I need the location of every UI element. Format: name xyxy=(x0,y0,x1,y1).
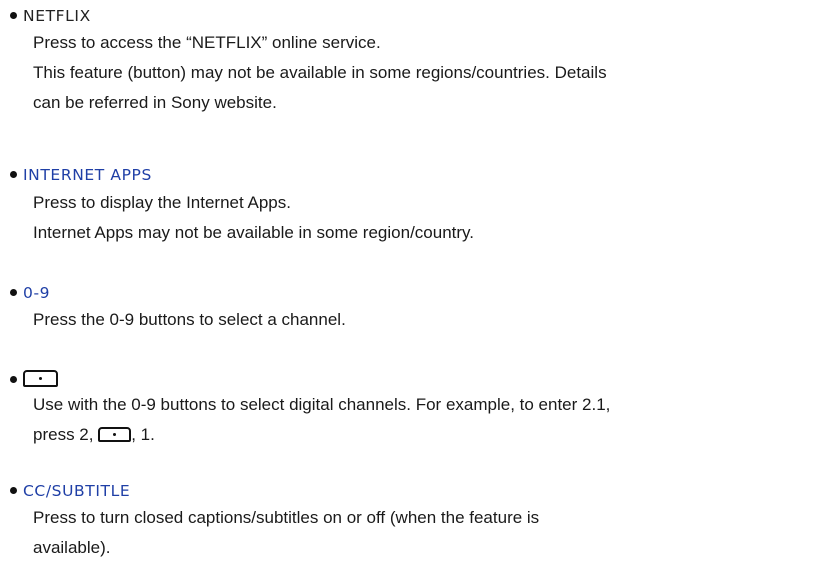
number-keys-link[interactable]: 0-9 xyxy=(23,283,50,303)
bullet xyxy=(10,171,17,178)
dot-button-desc-line-2: press 2, , 1. xyxy=(33,420,828,450)
bullet xyxy=(10,487,17,494)
internet-apps-link[interactable]: INTERNET APPS xyxy=(23,165,152,185)
netflix-desc-line-2: This feature (button) may not be availab… xyxy=(33,63,607,82)
dot-button-desc-text-b: , 1. xyxy=(131,425,155,444)
bullet xyxy=(10,12,17,19)
dot-button-desc-line-1: Use with the 0-9 buttons to select digit… xyxy=(33,395,611,414)
cc-subtitle-desc-line-2: available). xyxy=(33,538,111,557)
help-page: NETFLIX Press to access the “NETFLIX” on… xyxy=(0,0,828,572)
dot-button-icon xyxy=(98,427,132,442)
number-keys-desc-line-1: Press the 0-9 buttons to select a channe… xyxy=(33,310,346,329)
netflix-desc-line-1: Press to access the “NETFLIX” online ser… xyxy=(33,33,381,52)
internet-apps-desc-line-1: Press to display the Internet Apps. xyxy=(33,193,291,212)
internet-apps-description: Press to display the Internet Apps. Inte… xyxy=(33,188,828,248)
cc-subtitle-desc-line-1: Press to turn closed captions/subtitles … xyxy=(33,508,540,527)
bullet xyxy=(10,376,17,383)
cc-subtitle-link[interactable]: CC/SUBTITLE xyxy=(23,481,130,501)
internet-apps-desc-line-2: Internet Apps may not be available in so… xyxy=(33,223,474,242)
netflix-heading: NETFLIX xyxy=(23,7,91,25)
dot-button-icon xyxy=(23,370,58,387)
dot-button-description: Use with the 0-9 buttons to select digit… xyxy=(33,390,828,450)
netflix-desc-line-3: can be referred in Sony website. xyxy=(33,93,277,112)
dot-button-desc-text-a: press 2, xyxy=(33,425,99,444)
bullet xyxy=(10,289,17,296)
dot-button-link[interactable] xyxy=(23,369,58,389)
netflix-description: Press to access the “NETFLIX” online ser… xyxy=(33,28,828,118)
cc-subtitle-description: Press to turn closed captions/subtitles … xyxy=(33,503,828,563)
number-keys-description: Press the 0-9 buttons to select a channe… xyxy=(33,305,828,335)
